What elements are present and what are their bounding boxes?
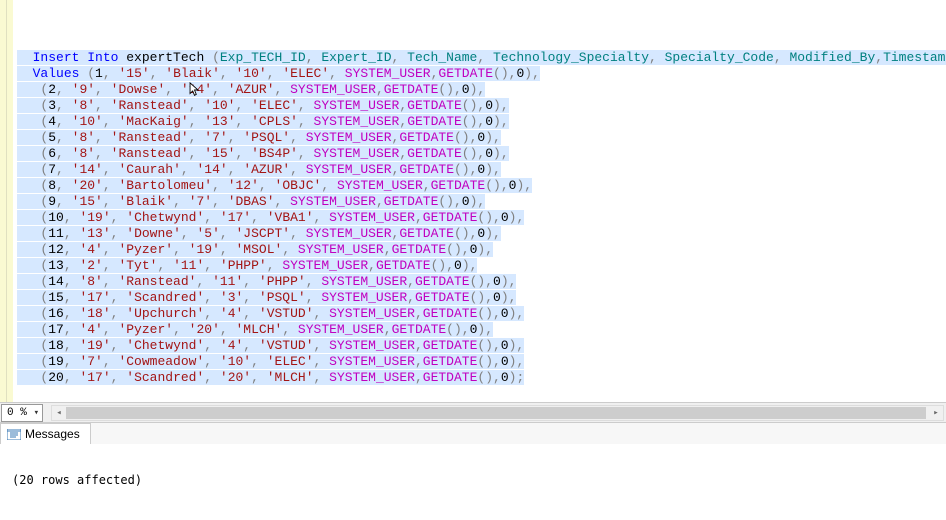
horizontal-scrollbar[interactable]: ◂ ▸	[51, 405, 944, 421]
code-line: (12, '4', 'Pyzer', '19', 'MSOL', SYSTEM_…	[17, 242, 946, 258]
editor-gutter	[0, 0, 7, 420]
sql-editor[interactable]: Insert Into expertTech (Exp_TECH_ID, Exp…	[0, 0, 946, 420]
tab-messages[interactable]: Messages	[0, 423, 91, 444]
messages-pane[interactable]: (20 rows affected) Completion time: 2020…	[0, 444, 946, 520]
messages-rows-affected: (20 rows affected)	[12, 472, 938, 488]
code-line: (7, '14', 'Caurah', '14', 'AZUR', SYSTEM…	[17, 162, 946, 178]
code-line: (6, '8', 'Ranstead', '15', 'BS4P', SYSTE…	[17, 146, 946, 162]
code-line: (11, '13', 'Downe', '5', 'JSCPT', SYSTEM…	[17, 226, 946, 242]
editor-footer-bar: 0 % ▾ ◂ ▸	[0, 402, 946, 422]
code-line: (18, '19', 'Chetwynd', '4', 'VSTUD', SYS…	[17, 338, 946, 354]
zoom-value: 0 %	[7, 407, 27, 419]
code-line: (15, '17', 'Scandred', '3', 'PSQL', SYST…	[17, 290, 946, 306]
scrollbar-thumb[interactable]	[66, 407, 926, 419]
code-line: (19, '7', 'Cowmeadow', '10', 'ELEC', SYS…	[17, 354, 946, 370]
tab-label: Messages	[25, 427, 80, 441]
code-line: (2, '9', 'Dowse', '14', 'AZUR', SYSTEM_U…	[17, 82, 946, 98]
code-line: (9, '15', 'Blaik', '7', 'DBAS', SYSTEM_U…	[17, 194, 946, 210]
code-line: Values (1, '15', 'Blaik', '10', 'ELEC', …	[17, 66, 946, 82]
code-line: (13, '2', 'Tyt', '11', 'PHPP', SYSTEM_US…	[17, 258, 946, 274]
code-line: (8, '20', 'Bartolomeu', '12', 'OBJC', SY…	[17, 178, 946, 194]
messages-icon	[7, 429, 21, 440]
code-line: (5, '8', 'Ranstead', '7', 'PSQL', SYSTEM…	[17, 130, 946, 146]
results-tabs: Messages	[0, 422, 946, 444]
zoom-dropdown[interactable]: 0 % ▾	[1, 404, 43, 422]
code-line: (16, '18', 'Upchurch', '4', 'VSTUD', SYS…	[17, 306, 946, 322]
code-line: (4, '10', 'MacKaig', '13', 'CPLS', SYSTE…	[17, 114, 946, 130]
chevron-down-icon: ▾	[34, 408, 39, 418]
code-text-area[interactable]: Insert Into expertTech (Exp_TECH_ID, Exp…	[13, 0, 946, 420]
code-line: (17, '4', 'Pyzer', '20', 'MLCH', SYSTEM_…	[17, 322, 946, 338]
code-line: Insert Into expertTech (Exp_TECH_ID, Exp…	[17, 50, 946, 66]
code-line: (3, '8', 'Ranstead', '10', 'ELEC', SYSTE…	[17, 98, 946, 114]
scroll-left-arrow-icon[interactable]: ◂	[52, 406, 66, 420]
code-line: (20, '17', 'Scandred', '20', 'MLCH', SYS…	[17, 370, 946, 386]
scroll-right-arrow-icon[interactable]: ▸	[929, 406, 943, 420]
code-line: (14, '8', 'Ranstead', '11', 'PHPP', SYST…	[17, 274, 946, 290]
code-line: (10, '19', 'Chetwynd', '17', 'VBA1', SYS…	[17, 210, 946, 226]
